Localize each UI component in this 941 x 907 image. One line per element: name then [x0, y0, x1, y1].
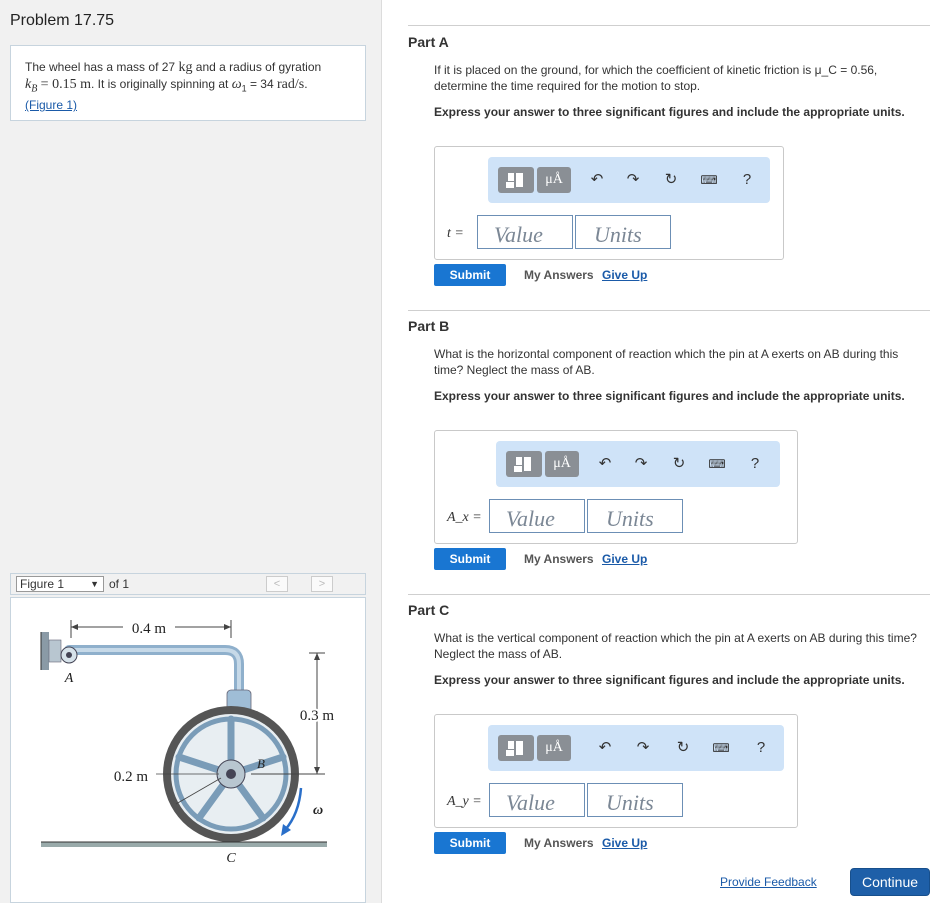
submit-button[interactable]: Submit	[434, 548, 506, 570]
figure-select[interactable]: Figure 1 ▼	[16, 576, 104, 592]
label-c: C	[226, 851, 236, 866]
redo-icon[interactable]: ↷	[630, 451, 652, 477]
dim-label-04m: 0.4 m	[132, 621, 167, 637]
value-input[interactable]: Value	[489, 499, 585, 533]
problem-text: The wheel has a mass of 27	[25, 60, 176, 74]
give-up-link[interactable]: Give Up	[602, 268, 647, 282]
divider	[408, 594, 930, 595]
part-a-actions: Submit My Answers Give Up	[434, 264, 930, 286]
submit-button[interactable]: Submit	[434, 264, 506, 286]
kb-value: = 0.15 m	[40, 77, 91, 92]
template-icon[interactable]	[498, 167, 534, 193]
keyboard-icon[interactable]: ⌨	[698, 167, 720, 193]
math-toolbar: μÅ ↶ ↷ ↻ ⌨ ?	[488, 725, 784, 771]
help-button[interactable]: ?	[736, 167, 758, 193]
redo-icon[interactable]: ↷	[632, 735, 654, 761]
provide-feedback-link[interactable]: Provide Feedback	[720, 875, 817, 889]
divider	[408, 310, 930, 311]
units-input[interactable]: Units	[575, 215, 671, 249]
units-input[interactable]: Units	[587, 783, 683, 817]
reset-icon[interactable]: ↻	[668, 451, 690, 477]
part-b-actions: Submit My Answers Give Up	[434, 548, 930, 570]
reset-icon[interactable]: ↻	[672, 735, 694, 761]
figure-link[interactable]: (Figure 1)	[25, 98, 77, 112]
template-icon[interactable]	[506, 451, 542, 477]
kb-subscript: B	[31, 83, 38, 95]
units-symbol-button[interactable]: μÅ	[545, 451, 579, 477]
part-b: Part B What is the horizontal component …	[408, 318, 930, 578]
give-up-link[interactable]: Give Up	[602, 552, 647, 566]
undo-icon[interactable]: ↶	[594, 735, 616, 761]
part-c-title: Part C	[408, 602, 450, 618]
problem-text: .	[304, 77, 308, 91]
part-c-answer-box: μÅ ↶ ↷ ↻ ⌨ ? A_y = Value Units	[434, 714, 798, 828]
problem-panel: Problem 17.75 The wheel has a mass of 27…	[0, 0, 382, 903]
label-b: B	[257, 756, 265, 771]
problem-text: and a radius of gyration	[195, 60, 322, 74]
figure-select-value: Figure 1	[20, 577, 65, 591]
part-a-title: Part A	[408, 34, 449, 50]
dim-label-02m: 0.2 m	[114, 769, 149, 785]
divider	[408, 25, 930, 26]
part-c: Part C What is the vertical component of…	[408, 602, 930, 862]
units-input[interactable]: Units	[587, 499, 683, 533]
unit-rads: rad/s	[277, 77, 305, 92]
continue-button[interactable]: Continue	[850, 868, 930, 896]
part-a-instruction: Express your answer to three significant…	[434, 105, 905, 119]
part-b-answer-box: μÅ ↶ ↷ ↻ ⌨ ? A_x = Value Units	[434, 430, 798, 544]
part-b-instruction: Express your answer to three significant…	[434, 389, 905, 403]
dim-label-03m: 0.3 m	[300, 708, 335, 724]
figure-count: of 1	[109, 577, 130, 591]
variable-label: A_x =	[447, 510, 482, 525]
label-a: A	[64, 671, 74, 686]
redo-icon[interactable]: ↷	[622, 167, 644, 193]
keyboard-icon[interactable]: ⌨	[710, 735, 732, 761]
value-input[interactable]: Value	[489, 783, 585, 817]
chevron-down-icon: ▼	[90, 579, 99, 589]
problem-text: = 34	[249, 77, 274, 91]
my-answers-link[interactable]: My Answers	[524, 268, 594, 282]
problem-title: Problem 17.75	[10, 12, 115, 29]
my-answers-link[interactable]: My Answers	[524, 836, 594, 850]
wheel-diagram: 0.4 m A B 0.3 m 0.2 m ω C	[40, 618, 336, 866]
submit-button[interactable]: Submit	[434, 832, 506, 854]
variable-label: t =	[447, 226, 464, 241]
value-input[interactable]: Value	[477, 215, 573, 249]
part-a-answer-box: μÅ ↶ ↷ ↻ ⌨ ? t = Value Units	[434, 146, 784, 260]
problem-text: . It is originally spinning at	[90, 77, 229, 91]
template-icon[interactable]	[498, 735, 534, 761]
give-up-link[interactable]: Give Up	[602, 836, 647, 850]
problem-statement: The wheel has a mass of 27 kg and a radi…	[10, 45, 366, 121]
figure-nav-bar: Figure 1 ▼ of 1 < >	[10, 573, 366, 595]
prev-figure-button[interactable]: <	[266, 576, 288, 592]
reset-icon[interactable]: ↻	[660, 167, 682, 193]
math-toolbar: μÅ ↶ ↷ ↻ ⌨ ?	[496, 441, 780, 487]
label-omega: ω	[313, 803, 323, 818]
next-figure-button[interactable]: >	[311, 576, 333, 592]
omega-symbol: ω	[231, 77, 242, 92]
help-button[interactable]: ?	[744, 451, 766, 477]
help-button[interactable]: ?	[750, 735, 772, 761]
unit-kg: kg	[178, 60, 193, 75]
units-symbol-button[interactable]: μÅ	[537, 167, 571, 193]
part-a: Part A If it is placed on the ground, fo…	[408, 34, 930, 294]
my-answers-link[interactable]: My Answers	[524, 552, 594, 566]
math-toolbar: μÅ ↶ ↷ ↻ ⌨ ?	[488, 157, 770, 203]
figure-canvas: 0.4 m A B 0.3 m 0.2 m ω C	[10, 597, 366, 903]
part-a-question: If it is placed on the ground, for which…	[434, 63, 878, 93]
part-b-title: Part B	[408, 318, 450, 334]
part-c-instruction: Express your answer to three significant…	[434, 673, 905, 687]
omega-subscript: 1	[241, 83, 247, 94]
undo-icon[interactable]: ↶	[586, 167, 608, 193]
part-b-question: What is the horizontal component of reac…	[434, 347, 899, 377]
units-symbol-button[interactable]: μÅ	[537, 735, 571, 761]
variable-label: A_y =	[447, 794, 482, 809]
undo-icon[interactable]: ↶	[594, 451, 616, 477]
part-c-question: What is the vertical component of reacti…	[434, 631, 917, 661]
keyboard-icon[interactable]: ⌨	[706, 451, 728, 477]
part-c-actions: Submit My Answers Give Up	[434, 832, 930, 854]
